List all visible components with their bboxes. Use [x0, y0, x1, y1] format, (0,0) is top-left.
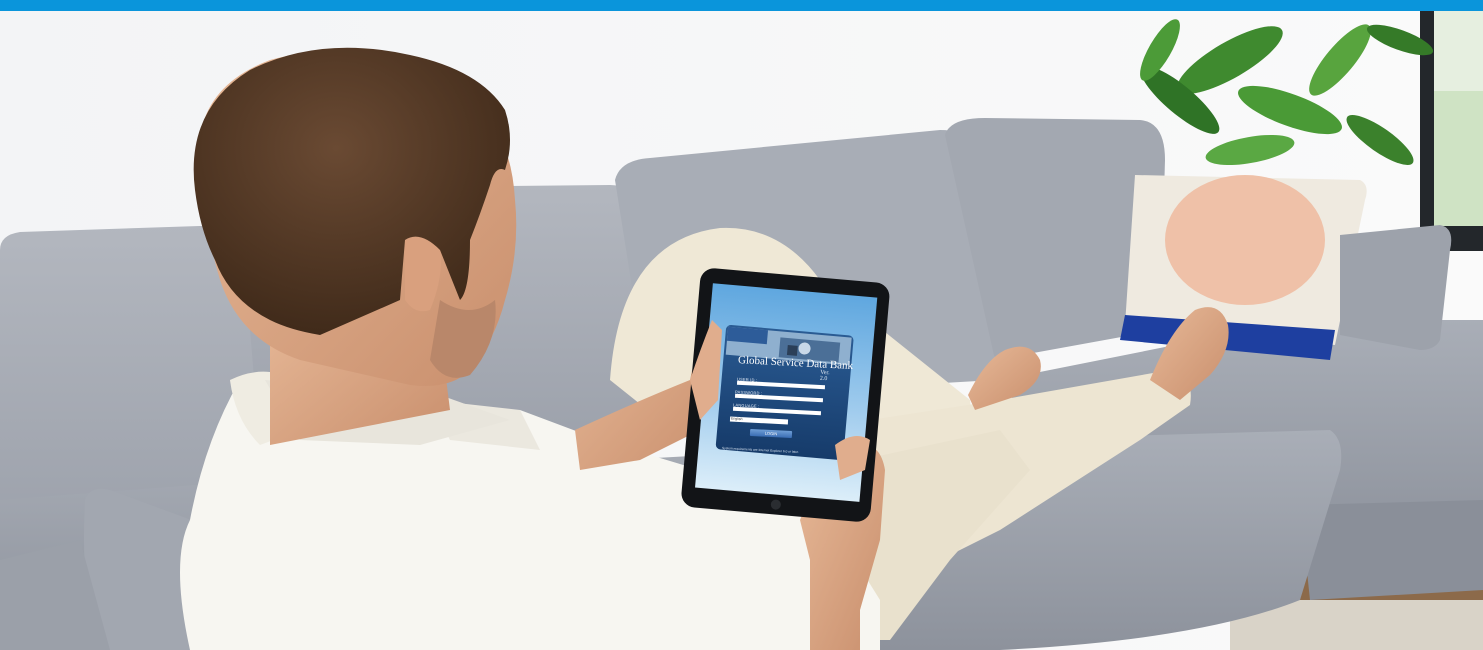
tablet-app-version: Ver. 2.0: [819, 369, 830, 383]
photo-scene: [0, 11, 1483, 650]
top-accent-bar: [0, 0, 1483, 11]
